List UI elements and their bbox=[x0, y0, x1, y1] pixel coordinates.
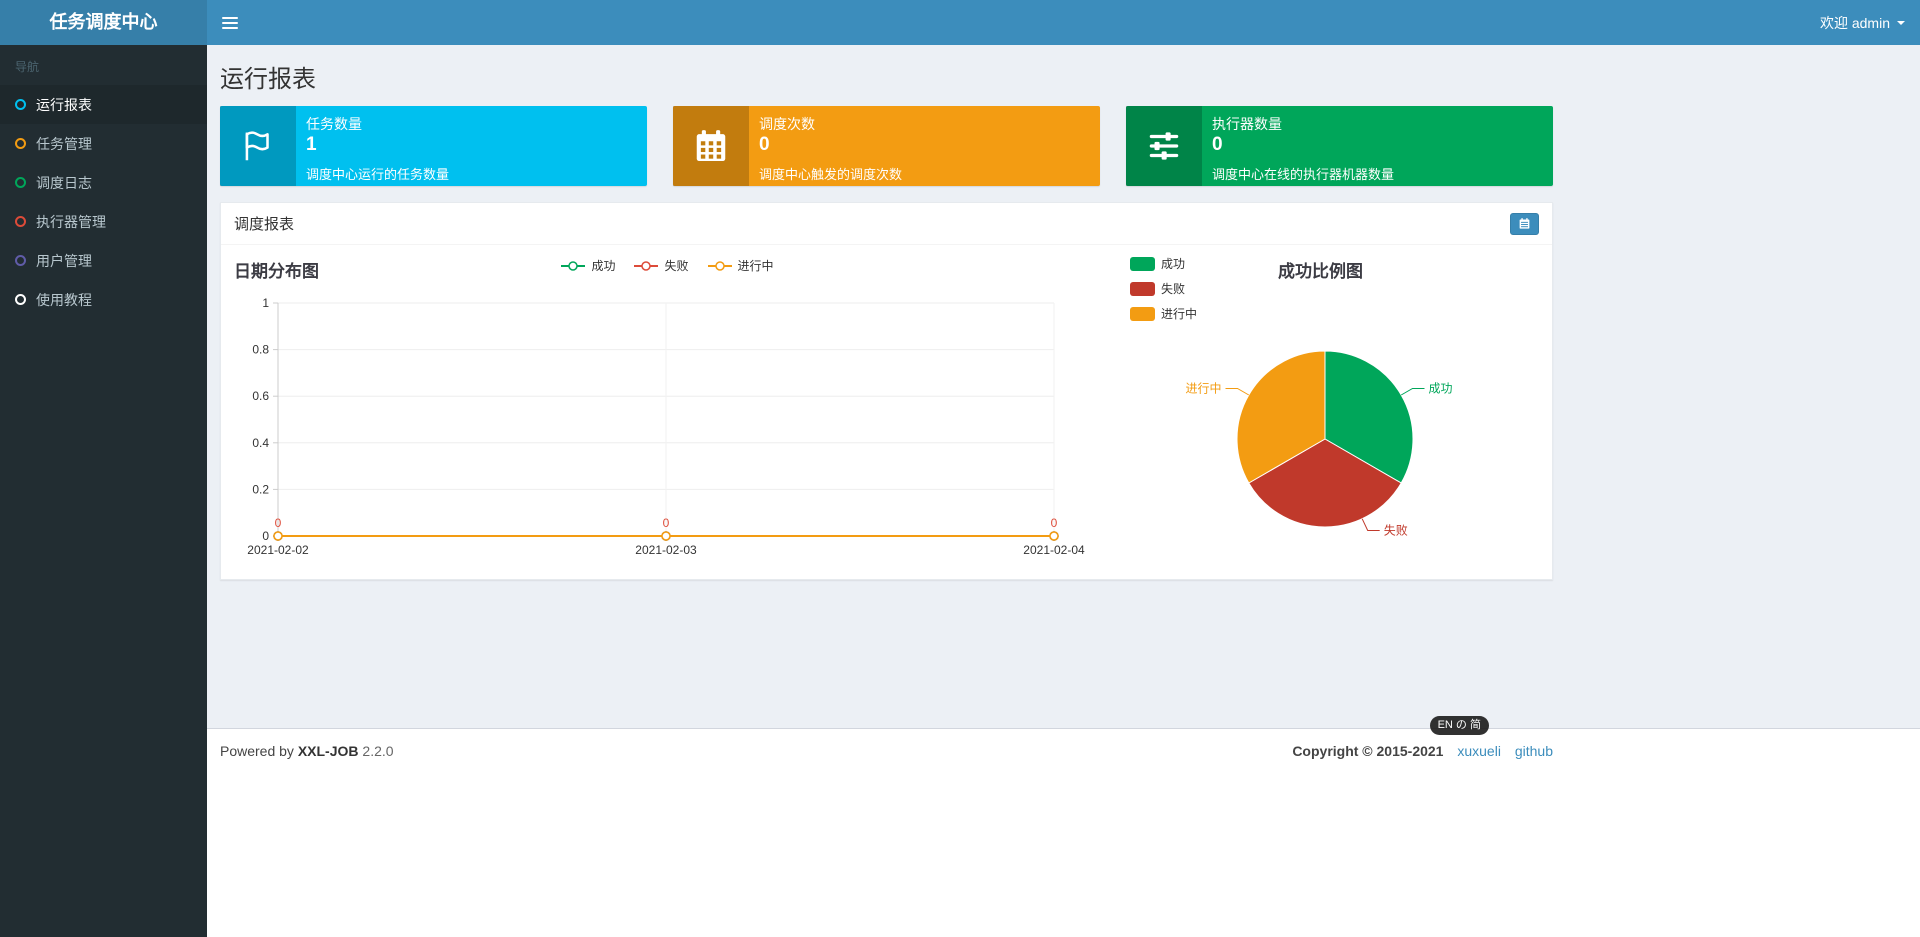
info-box-value: 1 bbox=[306, 134, 317, 155]
info-box-description: 调度中心在线的执行器机器数量 bbox=[1212, 167, 1395, 182]
svg-text:2021-02-03: 2021-02-03 bbox=[635, 543, 697, 557]
sidebar-item-user-manage[interactable]: 用户管理 bbox=[0, 241, 207, 280]
legend-item[interactable]: 成功 bbox=[560, 257, 615, 274]
legend-item[interactable]: 成功 bbox=[1130, 255, 1197, 272]
svg-text:0.6: 0.6 bbox=[252, 389, 269, 403]
powered-prefix: Powered by bbox=[220, 743, 294, 759]
pie-chart-svg[interactable]: 成功失败 进行中 bbox=[1100, 291, 1541, 563]
pie-chart-area: 成功比例图 成功 失败 进行中 成功 失败 进行中 bbox=[1100, 255, 1541, 563]
caret-down-icon bbox=[1897, 20, 1905, 25]
info-box-content: 调度次数 0 调度中心触发的调度次数 bbox=[749, 106, 1100, 186]
info-box-value: 0 bbox=[1212, 134, 1223, 155]
hamburger-bar bbox=[221, 21, 238, 24]
sidebar-item-label: 使用教程 bbox=[36, 291, 92, 308]
svg-text:0: 0 bbox=[663, 516, 670, 530]
info-box-trigger-count: 调度次数 0 调度中心触发的调度次数 bbox=[673, 106, 1100, 186]
hamburger-menu-icon[interactable] bbox=[207, 0, 252, 45]
panel-title: 调度报表 bbox=[234, 216, 295, 233]
calendar-icon bbox=[1519, 218, 1530, 229]
hamburger-bar bbox=[221, 16, 238, 19]
info-box-job-count: 任务数量 1 调度中心运行的任务数量 bbox=[220, 106, 647, 186]
line-chart-svg[interactable]: 00.20.40.60.812021-02-0202021-02-0302021… bbox=[234, 291, 1100, 563]
svg-text:0.4: 0.4 bbox=[252, 436, 269, 450]
info-box-label: 任务数量 bbox=[306, 116, 362, 132]
line-chart-area: 日期分布图 成功 失败 进行中 0 0.2 0.4 0.6 0.8 1 2021-02-02 0 2… bbox=[234, 255, 1100, 563]
copyright: Copyright © 2015-2021 xuxueli github bbox=[1292, 743, 1553, 759]
circle-icon bbox=[15, 99, 26, 110]
info-box-label: 执行器数量 bbox=[1212, 116, 1282, 132]
info-box-executor-count: 执行器数量 0 调度中心在线的执行器机器数量 bbox=[1126, 106, 1553, 186]
xuxueli-link[interactable]: xuxueli bbox=[1457, 743, 1501, 759]
sidebar-item-label: 执行器管理 bbox=[36, 213, 106, 230]
svg-text:2021-02-02: 2021-02-02 bbox=[247, 543, 309, 557]
sidebar-item-dashboard[interactable]: 运行报表 bbox=[0, 85, 207, 124]
pie-chart-legend: 成功 失败 进行中 bbox=[1130, 255, 1197, 322]
svg-text:1: 1 bbox=[262, 296, 269, 310]
powered-by: Powered by XXL-JOB 2.2.0 bbox=[220, 743, 394, 759]
svg-text:0.8: 0.8 bbox=[252, 343, 269, 357]
sidebar-item-job-log[interactable]: 调度日志 bbox=[0, 163, 207, 202]
info-box-content: 执行器数量 0 调度中心在线的执行器机器数量 bbox=[1202, 106, 1553, 186]
circle-icon bbox=[15, 255, 26, 266]
sidebar-menu: 运行报表 任务管理 调度日志 执行器管理 用户管理 使用教程 bbox=[0, 85, 207, 319]
content-area: 运行报表 任务数量 1 调度中心运行的任务数量 调度次数 0 调度中心触发的调度… bbox=[207, 45, 1920, 728]
github-link[interactable]: github bbox=[1515, 743, 1553, 759]
svg-text:失败: 失败 bbox=[1384, 523, 1408, 538]
svg-text:0: 0 bbox=[275, 516, 282, 530]
copyright-text: Copyright © 2015-2021 bbox=[1292, 743, 1444, 759]
flag-icon bbox=[220, 106, 296, 186]
circle-icon bbox=[15, 138, 26, 149]
welcome-text: 欢迎 admin bbox=[1819, 14, 1890, 31]
sidebar: 导航 运行报表 任务管理 调度日志 执行器管理 用户管理 使用教程 bbox=[0, 45, 207, 937]
legend-item[interactable]: 进行中 bbox=[1130, 305, 1197, 322]
circle-icon bbox=[15, 294, 26, 305]
legend-item[interactable]: 失败 bbox=[1130, 280, 1197, 297]
date-range-button[interactable] bbox=[1510, 212, 1539, 235]
info-box-description: 调度中心运行的任务数量 bbox=[306, 167, 450, 182]
panel-body: 日期分布图 成功 失败 进行中 0 0.2 0.4 0.6 0.8 1 2021-02-02 0 2… bbox=[221, 245, 1552, 579]
ime-indicator[interactable]: EN の 简 bbox=[1429, 716, 1489, 735]
svg-text:进行中: 进行中 bbox=[1185, 381, 1221, 396]
brand-logo[interactable]: 任务调度中心 bbox=[0, 0, 207, 45]
sidebar-item-label: 调度日志 bbox=[36, 174, 92, 191]
sidebar-section-label: 导航 bbox=[15, 60, 40, 74]
sliders-icon bbox=[1126, 106, 1202, 186]
svg-text:2021-02-04: 2021-02-04 bbox=[1023, 543, 1085, 557]
navbar: 欢迎 admin bbox=[207, 0, 1920, 45]
info-box-description: 调度中心触发的调度次数 bbox=[759, 167, 903, 182]
legend-item[interactable]: 失败 bbox=[633, 257, 689, 274]
info-boxes-row: 任务数量 1 调度中心运行的任务数量 调度次数 0 调度中心触发的调度次数 执行… bbox=[220, 106, 1553, 186]
sidebar-item-label: 运行报表 bbox=[36, 96, 92, 113]
svg-text:0: 0 bbox=[262, 529, 269, 543]
info-box-content: 任务数量 1 调度中心运行的任务数量 bbox=[296, 106, 647, 186]
panel-header: 调度报表 bbox=[221, 203, 1552, 245]
circle-icon bbox=[15, 177, 26, 188]
sidebar-item-label: 用户管理 bbox=[36, 252, 92, 269]
sidebar-item-label: 任务管理 bbox=[36, 135, 92, 152]
report-panel: 调度报表 日期分布图 成功 失败 进行中 0 0.2 0.4 0.6 0.8 1… bbox=[220, 202, 1553, 580]
version: 2.2.0 bbox=[362, 743, 394, 759]
page-title: 运行报表 bbox=[220, 66, 316, 93]
svg-text:0.2: 0.2 bbox=[252, 482, 269, 496]
svg-text:0: 0 bbox=[1051, 516, 1058, 530]
sidebar-item-job-manage[interactable]: 任务管理 bbox=[0, 124, 207, 163]
circle-icon bbox=[15, 216, 26, 227]
hamburger-bar bbox=[221, 26, 238, 29]
legend-item[interactable]: 进行中 bbox=[707, 257, 774, 274]
sidebar-item-executor-manage[interactable]: 执行器管理 bbox=[0, 202, 207, 241]
info-box-value: 0 bbox=[759, 134, 770, 155]
top-navbar: 任务调度中心 欢迎 admin bbox=[0, 0, 1920, 45]
sidebar-item-help[interactable]: 使用教程 bbox=[0, 280, 207, 319]
info-box-label: 调度次数 bbox=[759, 116, 815, 132]
calendar-icon bbox=[673, 106, 749, 186]
footer: Powered by XXL-JOB 2.2.0 Copyright © 201… bbox=[207, 728, 1920, 937]
product-name: XXL-JOB bbox=[297, 743, 359, 759]
svg-text:成功: 成功 bbox=[1429, 382, 1453, 396]
line-chart-legend: 成功 失败 进行中 bbox=[234, 257, 1100, 274]
user-menu-dropdown[interactable]: 欢迎 admin bbox=[1805, 0, 1920, 45]
